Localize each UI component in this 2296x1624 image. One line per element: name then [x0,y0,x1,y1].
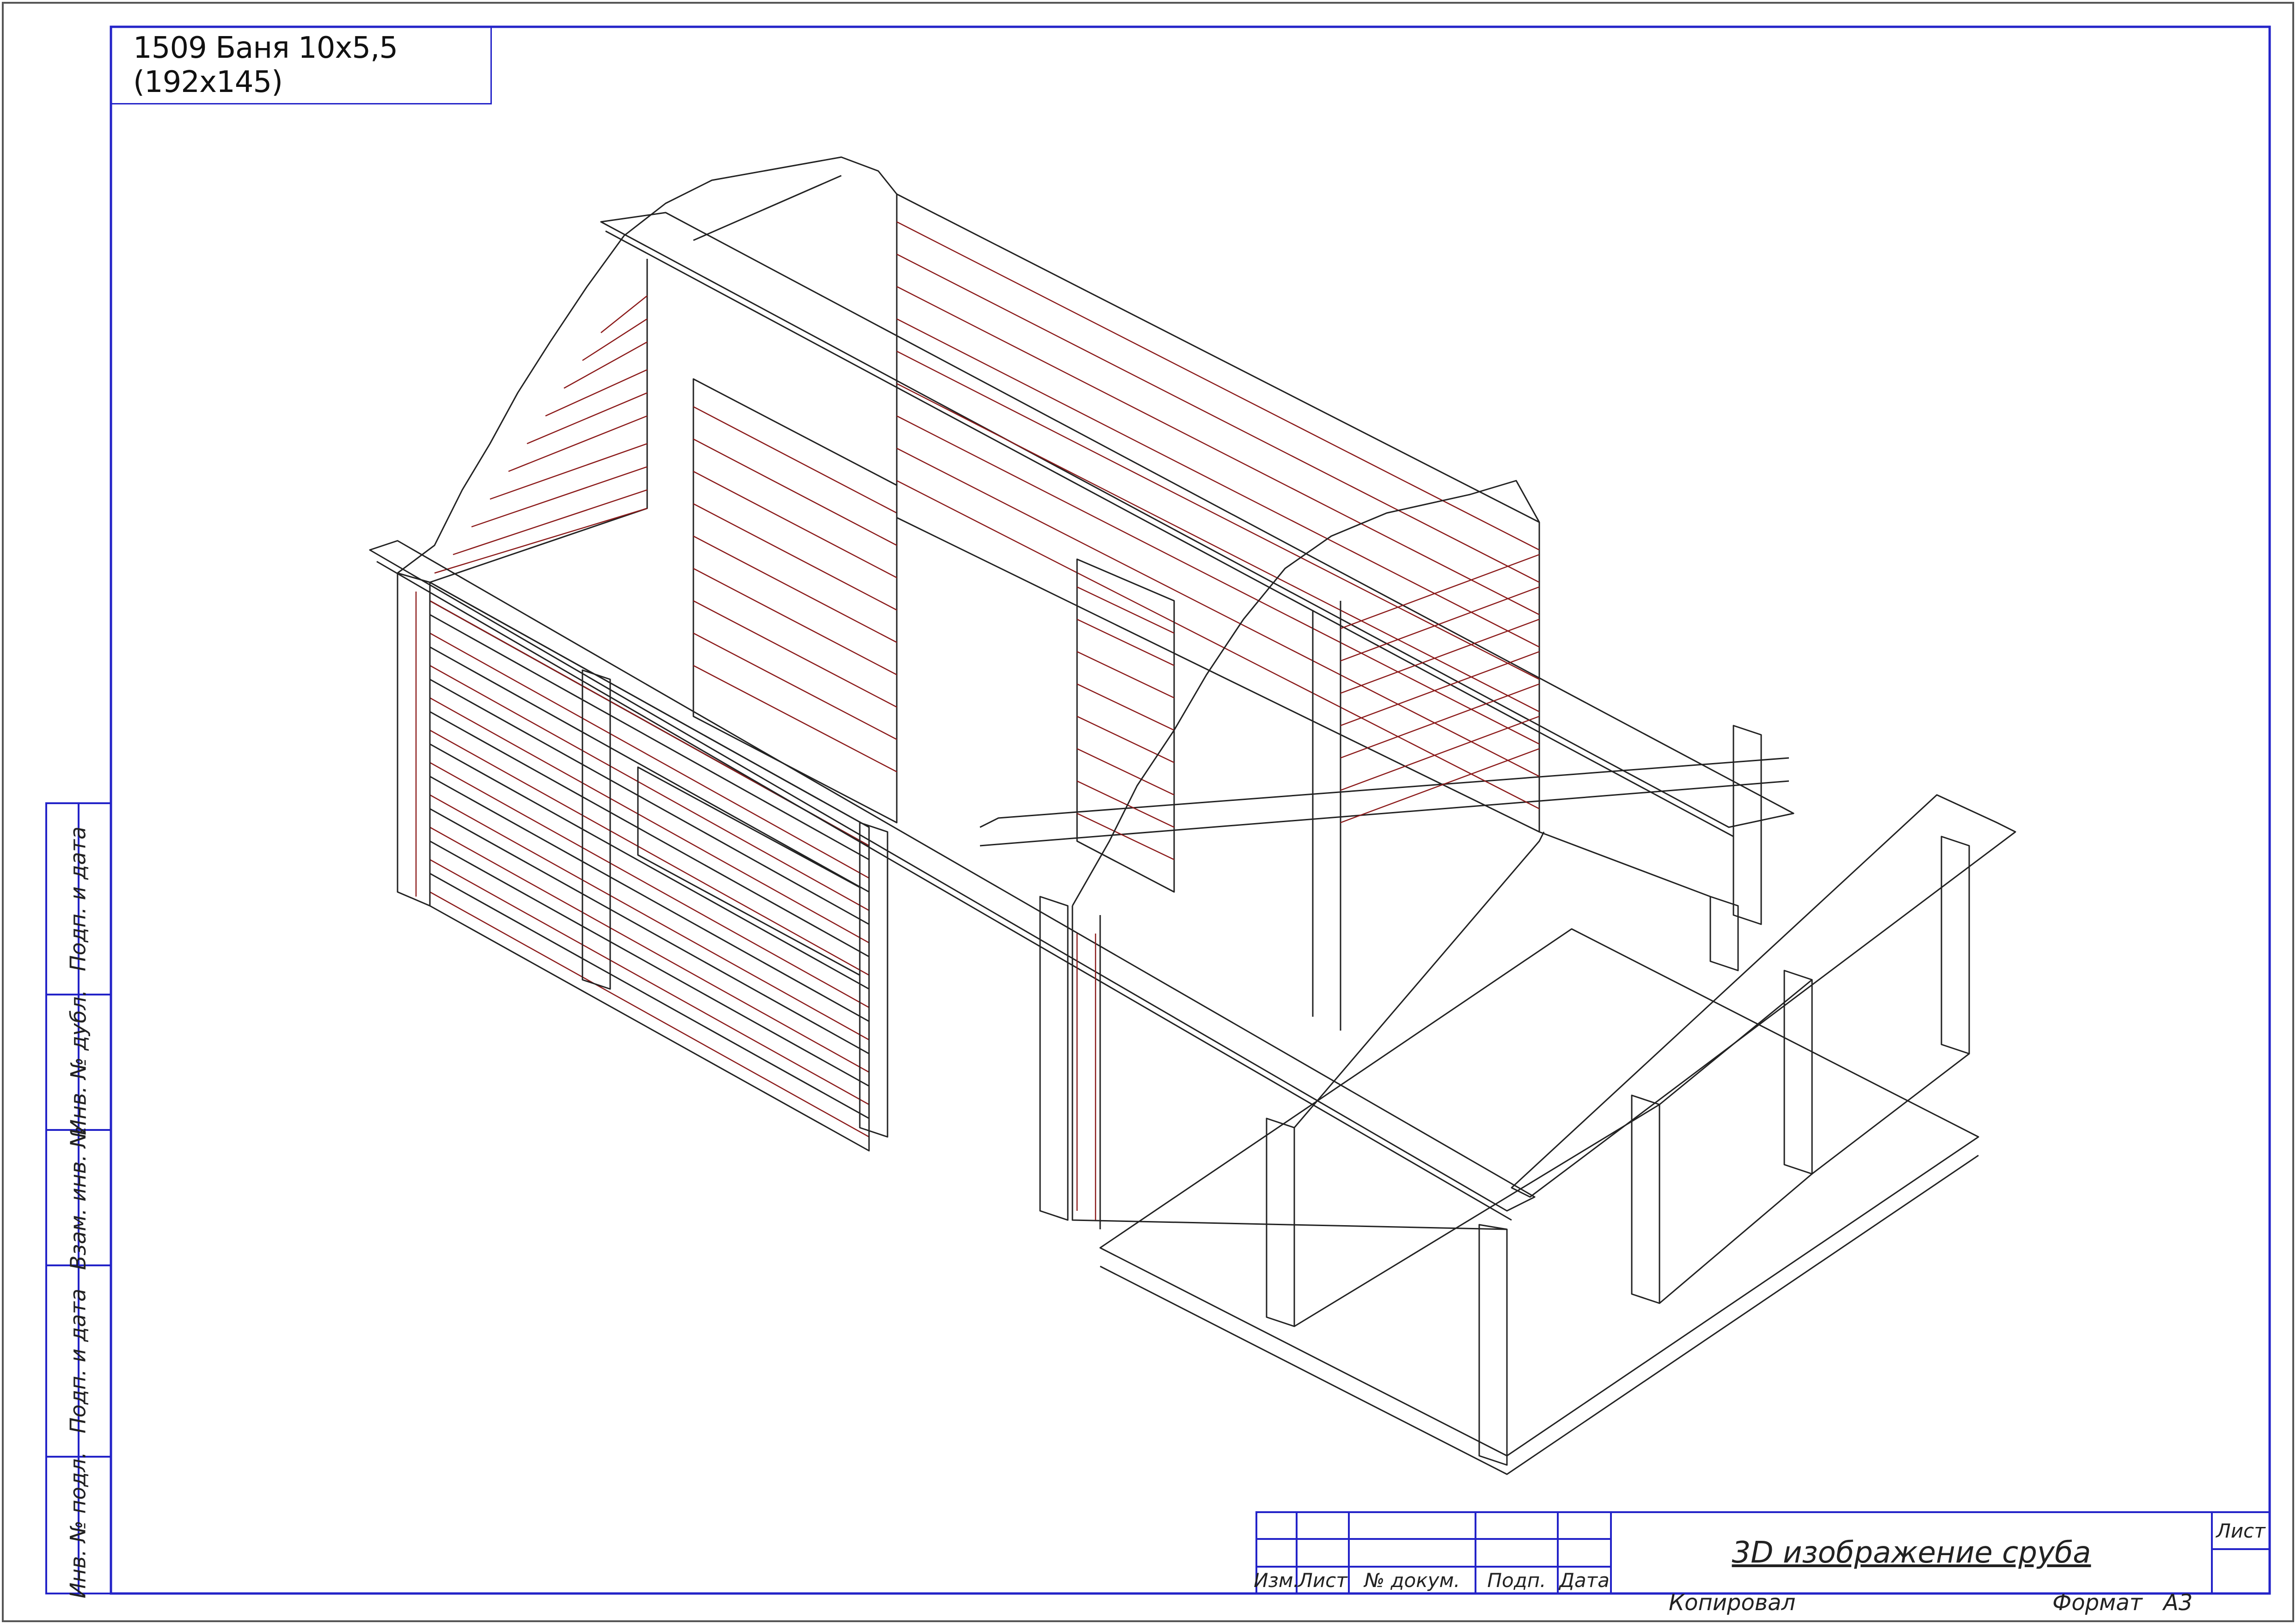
sheet-number-label: Лист [2216,1519,2265,1542]
side-stamp-label-replace-inv: Взам. инв. № [66,1125,91,1270]
side-stamp-label-sign-date-2: Подп. и дата [66,1288,91,1434]
title-block-col-date: Дата [1559,1569,1610,1592]
drawing-title-box: 1509 Баня 10х5,5 (192х145) [111,27,492,104]
front-left-wall-logs [429,581,869,847]
side-stamp-label-dup-inv: Инв. № дубл. [66,989,91,1135]
side-stamp-label-orig-inv: Инв. № подл. [66,1452,91,1599]
sheet-title: 3D изображение сруба [1732,1536,2091,1570]
title-block-col-sheet: Лист [1298,1569,1347,1592]
title-block-col-doc-number: № докум. [1364,1569,1460,1592]
outer-border [2,2,2294,1622]
drawing-title: 1509 Баня 10х5,5 (192х145) [133,31,398,99]
copied-by-label: Копировал [1669,1590,1796,1616]
log-cabin-3d-illustration [369,156,2016,1475]
title-block-col-change: Изм. [1254,1569,1299,1592]
drawing-sheet [2,2,2294,1622]
format-value: А3 [2163,1590,2193,1616]
side-stamp-label-sign-date-1: Подп. и дата [66,826,91,971]
title-block-col-signature: Подп. [1487,1569,1546,1592]
drawing-frame [110,25,2271,1595]
format-label: Формат [2052,1590,2143,1616]
